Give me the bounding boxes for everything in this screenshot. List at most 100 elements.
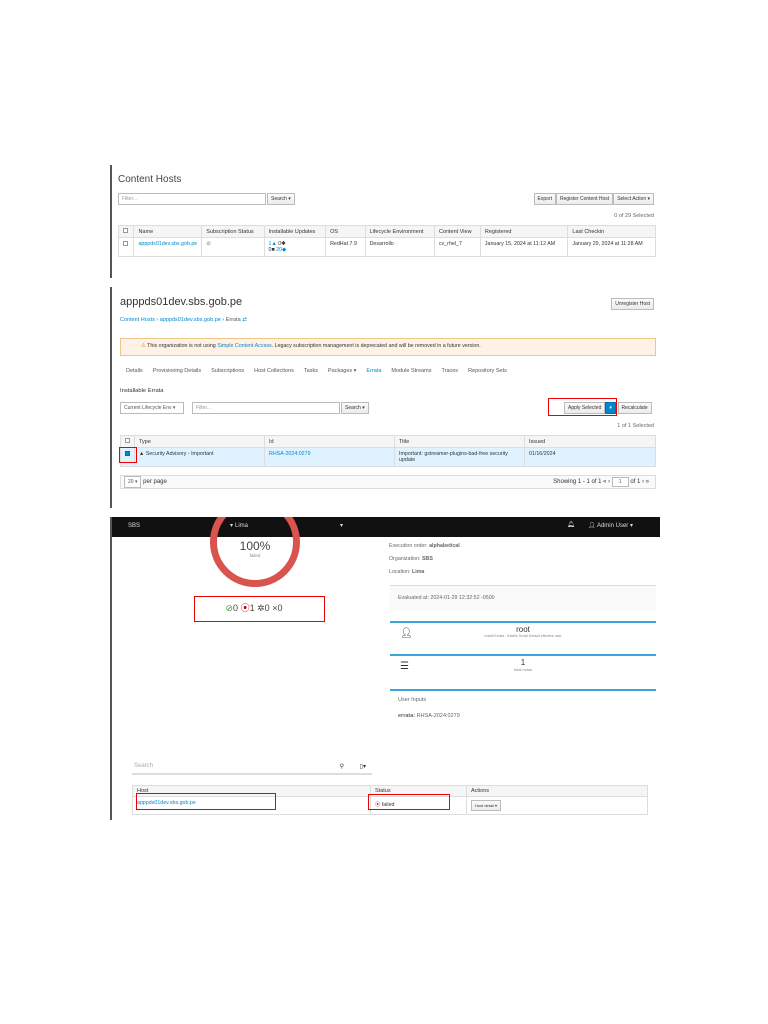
highlight-host — [136, 793, 276, 810]
checkin-cell: January 29, 2024 at 11:28 AM — [567, 237, 656, 257]
warning-icon: ▲ — [139, 451, 145, 457]
showing-text: Showing 1 - 1 of 1 — [553, 479, 602, 485]
tab-module-streams[interactable]: Module Streams — [391, 368, 431, 374]
highlight-status — [368, 794, 450, 810]
table-row: apppds01dev.sbs.gob.pe ⊘ 1▲ 0✱ 0■ 20◆ Red… — [117, 237, 656, 257]
tab-packages[interactable]: Packages ▾ — [328, 368, 356, 374]
highlight-apply — [548, 398, 617, 416]
host-link[interactable]: apppds01dev.sbs.gob.pe — [133, 237, 203, 257]
errata-screenshot: apppds01dev.sbs.gob.pe Unregister Host C… — [110, 287, 658, 508]
enhancement-updates[interactable]: 0 — [269, 247, 272, 253]
lifecycle-select[interactable]: Current Lifecycle Env ▾ — [120, 402, 184, 414]
page-input[interactable]: 1 — [611, 477, 629, 487]
select-all-checkbox[interactable] — [123, 228, 128, 233]
inputs-title: User Inputs — [398, 697, 427, 703]
col-env[interactable]: Lifecycle Environment — [364, 225, 435, 238]
table-row: ▲ Security Advisory - Important RHSA-202… — [120, 447, 656, 467]
host-detail-button[interactable]: Host detail ▾ — [471, 800, 502, 811]
content-hosts-screenshot: Content Hosts Filter... Search ▾ Export R… — [110, 165, 658, 278]
col-actions: Actions — [466, 785, 648, 797]
evaluated-at: Evaluated at: 2024-01-29 12:32:52 -0500 — [390, 585, 656, 611]
server-icon: ☰ — [400, 661, 409, 672]
failed-donut-chart: 100% failed — [210, 517, 300, 592]
title-cell: Important: gstreamer-plugins-bad-free se… — [394, 447, 525, 467]
search-icon[interactable]: ⚲ — [340, 763, 344, 770]
type-cell: ▲ Security Advisory - Important — [134, 447, 265, 467]
col-issued[interactable]: Issued — [524, 435, 656, 448]
warning-alert: ⚠ This organization is not using Simple … — [120, 338, 656, 356]
tab-host-collections[interactable]: Host Collections — [254, 368, 294, 374]
sca-link[interactable]: Simple Content Access — [217, 343, 271, 349]
per-page-select[interactable]: 20 ▾ — [124, 476, 142, 488]
errata-filter-input[interactable]: Filter... — [192, 402, 340, 414]
filter-input[interactable]: Filter... — [118, 193, 266, 205]
section-title: Installable Errata — [120, 388, 164, 394]
host-title: apppds01dev.sbs.gob.pe — [120, 296, 243, 308]
registered-cell: January 15, 2024 at 11:12 AM — [479, 237, 569, 257]
page-total: of 1 — [630, 479, 641, 485]
search-button[interactable]: Search ▾ — [267, 193, 295, 205]
col-type[interactable]: Type — [134, 435, 265, 448]
breadcrumb-content-hosts[interactable]: Content Hosts — [120, 317, 155, 323]
content-hosts-table: Name Subscription Status Installable Upd… — [117, 225, 656, 257]
col-registered[interactable]: Registered — [479, 225, 569, 238]
pagination: 20 ▾ per page Showing 1 - 1 of 1 « ‹ 1 o… — [120, 475, 656, 489]
tab-tasks[interactable]: Tasks — [304, 368, 318, 374]
col-updates: Installable Updates — [263, 225, 327, 238]
register-button[interactable]: Register Content Host — [555, 193, 614, 205]
warning-icon: ⚠ — [141, 343, 146, 349]
host-tabs: Details Provisioning Details Subscriptions… — [126, 368, 517, 374]
env-cell: Desarrollo — [364, 237, 435, 257]
user-icon: 👤︎ — [400, 628, 413, 639]
hosts-label: total hosts — [513, 667, 533, 672]
errata-selection-count: 1 of 1 Selected — [617, 423, 654, 429]
breadcrumb-host[interactable]: apppds01dev.sbs.gob.pe — [160, 317, 221, 323]
per-page-label: per page — [143, 479, 167, 485]
tab-repository-sets[interactable]: Repository Sets — [468, 368, 507, 374]
job-screenshot: SBS ▾ Lima ▾ 🔔︎ 👤︎ Admin User ▾ 100% faile… — [110, 517, 660, 820]
cv-cell: cv_rhel_7 — [433, 237, 481, 257]
user-name: root — [516, 625, 530, 634]
errata-id-link[interactable]: RHSA-2024:0279 — [264, 447, 395, 467]
col-checkin[interactable]: Last Checkin — [567, 225, 656, 238]
unregister-button[interactable]: Unregister Host — [611, 298, 654, 310]
errata-search-button[interactable]: Search ▾ — [341, 402, 369, 414]
issued-cell: 01/16/2024 — [524, 447, 656, 467]
user-inputs-card: User Inputs errata: RHSA-2024:0279 — [390, 689, 656, 737]
col-id[interactable]: Id — [264, 435, 395, 448]
tab-errata[interactable]: Errata — [366, 368, 381, 374]
col-cv[interactable]: Content View — [433, 225, 481, 238]
tab-provisioning[interactable]: Provisioning Details — [153, 368, 201, 374]
host-search-input[interactable]: Search ⚲ ▯▾ — [132, 761, 372, 775]
select-all-checkbox[interactable] — [125, 438, 130, 443]
errata-table: Type Id Title Issued ▲ Security Advisory - … — [120, 435, 656, 467]
notification-bell-icon[interactable]: 🔔︎ — [567, 521, 575, 528]
selection-count: 0 of 29 Selected — [614, 213, 654, 219]
hosts-card: ☰ 1 total hosts — [390, 654, 656, 680]
tab-details[interactable]: Details — [126, 368, 143, 374]
highlight-counts — [194, 596, 325, 622]
tab-subscriptions[interactable]: Subscriptions — [211, 368, 244, 374]
top-navbar: SBS ▾ Lima ▾ 🔔︎ 👤︎ Admin User ▾ — [112, 517, 660, 537]
col-subscription: Subscription Status — [201, 225, 265, 238]
row-checkbox[interactable] — [123, 241, 128, 246]
breadcrumb-current: Errata — [225, 317, 241, 323]
user-card: 👤︎ root Install Errata - Katello Script … — [390, 621, 656, 645]
highlight-checkbox — [119, 447, 137, 463]
tab-traces[interactable]: Traces — [441, 368, 458, 374]
col-title[interactable]: Title — [394, 435, 525, 448]
col-os[interactable]: OS — [325, 225, 366, 238]
select-action-button[interactable]: Select Action ▾ — [613, 193, 654, 205]
package-icon: ◆ — [282, 247, 287, 253]
os-cell: RedHat 7.9 — [325, 237, 366, 257]
job-details: Execution order: alphabetical Organizati… — [389, 543, 460, 575]
col-name[interactable]: Name — [133, 225, 203, 238]
user-menu[interactable]: 👤︎ Admin User ▾ — [588, 522, 633, 529]
recalculate-button[interactable]: Recalculate — [617, 402, 652, 414]
hosts-count: 1 — [520, 658, 526, 667]
export-button[interactable]: Export — [533, 193, 556, 205]
subscription-ok-icon: ⊘ — [201, 237, 265, 257]
bookmark-icon[interactable]: ▯▾ — [360, 763, 366, 770]
page-title: Content Hosts — [118, 174, 182, 185]
breadcrumb: Content Hosts › apppds01dev.sbs.gob.pe ›… — [120, 317, 247, 323]
